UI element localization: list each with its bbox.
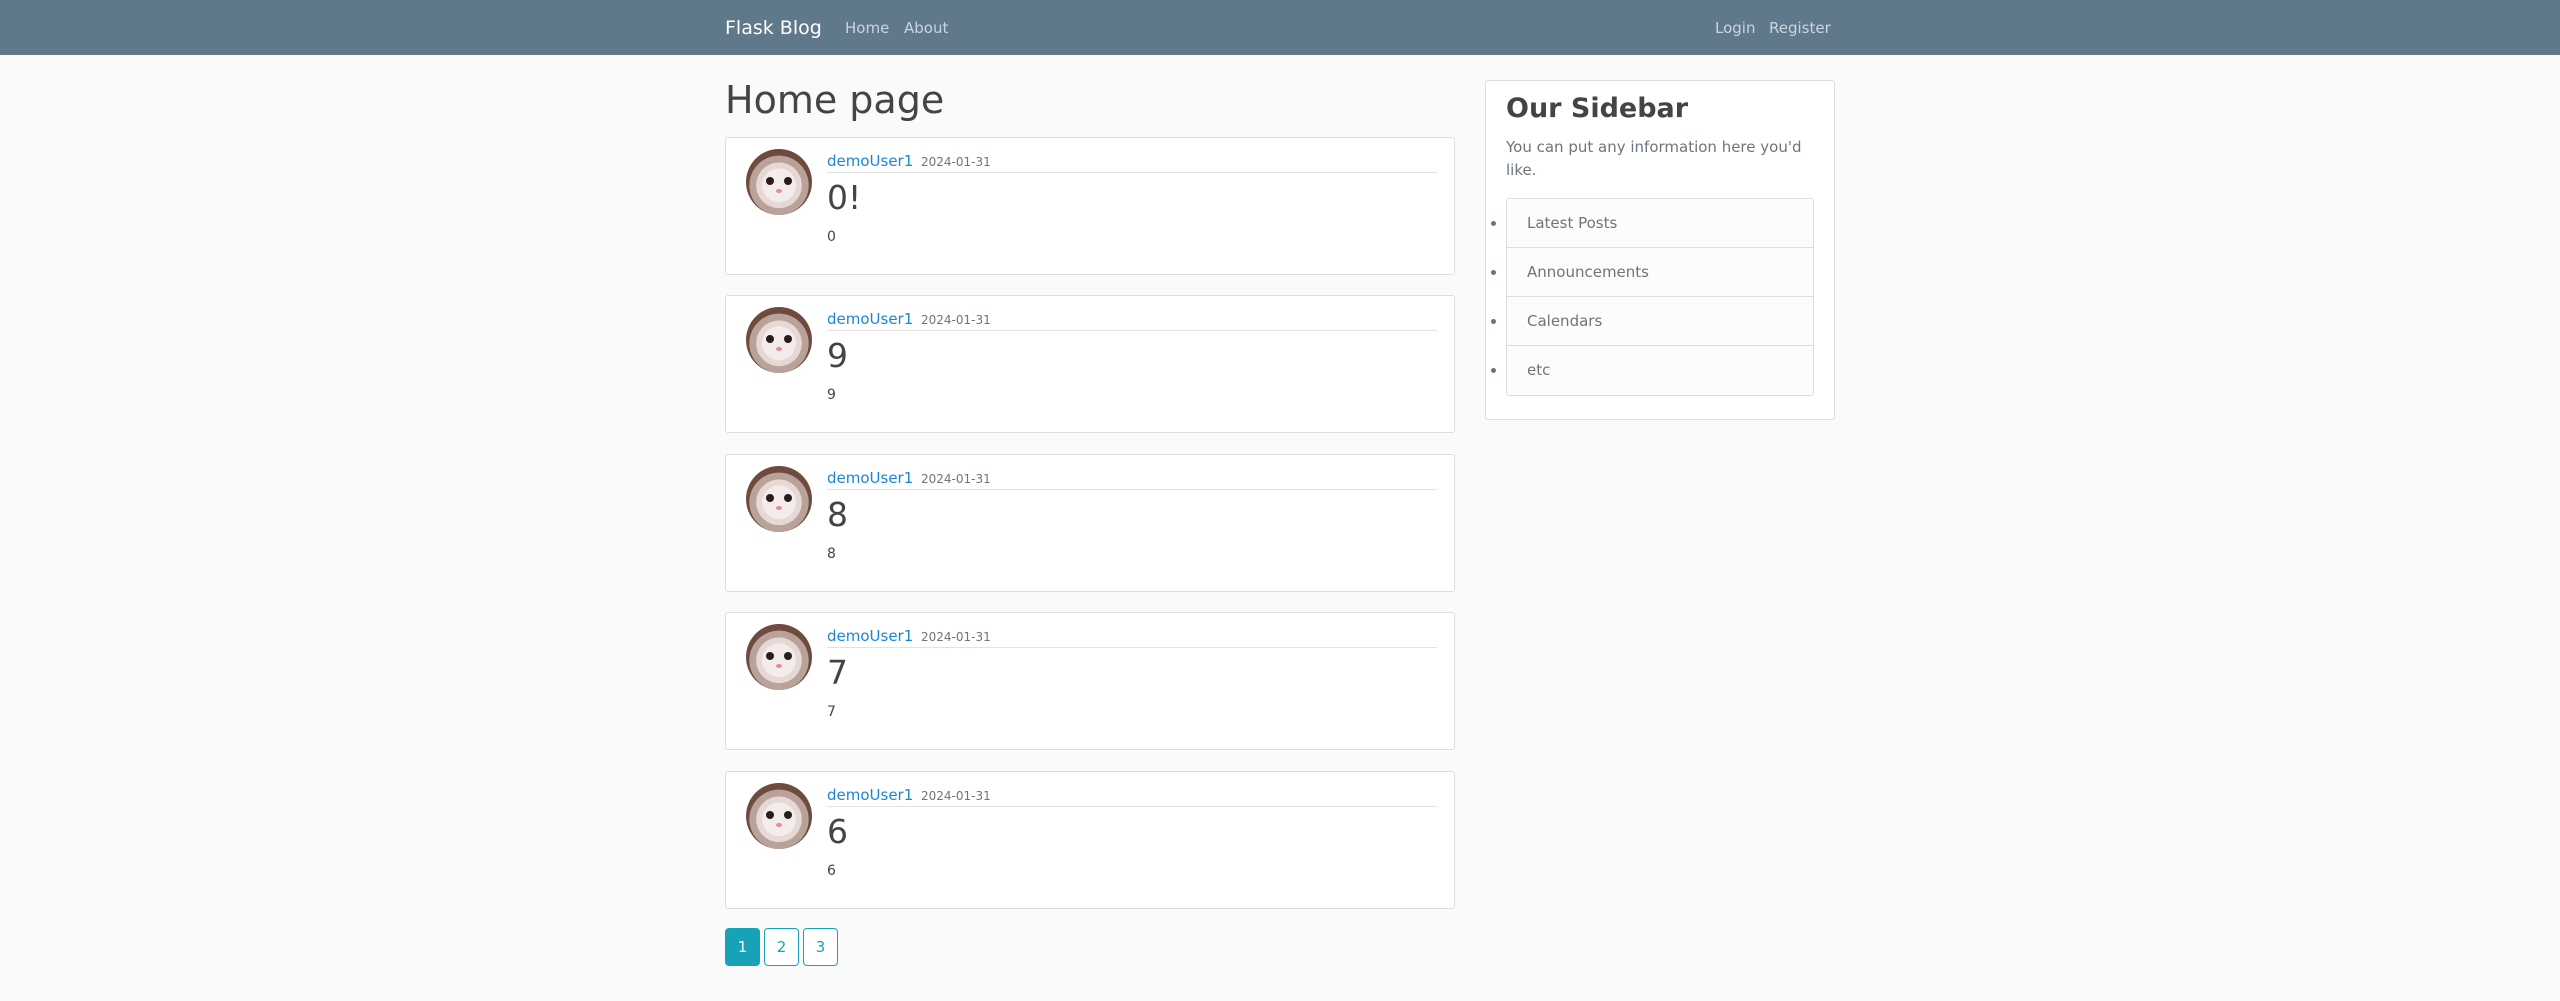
post-card: demoUser1 2024-01-31 7 7 (725, 612, 1455, 750)
post-title-link[interactable]: 0! (827, 178, 861, 217)
post-meta: demoUser1 2024-01-31 (827, 147, 1437, 173)
post-date: 2024-01-31 (921, 789, 991, 803)
post-content: 8 (827, 546, 836, 562)
page-button-1[interactable]: 1 (725, 928, 760, 966)
page-button-2[interactable]: 2 (764, 928, 799, 966)
sidebar-list: Latest Posts Announcements Calendars etc (1506, 198, 1814, 396)
post-content: 0 (827, 229, 836, 245)
nav-link-about[interactable]: About (904, 0, 948, 57)
nav-link-register[interactable]: Register (1769, 0, 1831, 57)
post-title-link[interactable]: 6 (827, 812, 848, 851)
post-author-link[interactable]: demoUser1 (827, 786, 913, 804)
nav-link-home[interactable]: Home (845, 0, 889, 57)
post-date: 2024-01-31 (921, 155, 991, 169)
brand-link[interactable]: Flask Blog (725, 0, 822, 57)
sidebar-item-announcements[interactable]: Announcements (1507, 248, 1813, 297)
sidebar-item-latest-posts[interactable]: Latest Posts (1507, 199, 1813, 248)
post-card: demoUser1 2024-01-31 9 9 (725, 295, 1455, 433)
post-author-link[interactable]: demoUser1 (827, 627, 913, 645)
post-date: 2024-01-31 (921, 472, 991, 486)
avatar (746, 783, 812, 849)
avatar (746, 466, 812, 532)
post-content: 9 (827, 387, 836, 403)
sidebar: Our Sidebar You can put any information … (1485, 80, 1835, 420)
post-meta: demoUser1 2024-01-31 (827, 305, 1437, 331)
navbar: Flask Blog Home About Login Register (0, 0, 2560, 55)
post-date: 2024-01-31 (921, 630, 991, 644)
post-date: 2024-01-31 (921, 313, 991, 327)
sidebar-title: Our Sidebar (1506, 93, 1689, 124)
post-card: demoUser1 2024-01-31 6 6 (725, 771, 1455, 909)
sidebar-item-etc[interactable]: etc (1507, 346, 1813, 395)
page-title: Home page (725, 78, 945, 122)
post-meta: demoUser1 2024-01-31 (827, 781, 1437, 807)
sidebar-description: You can put any information here you'd l… (1506, 138, 1802, 179)
post-author-link[interactable]: demoUser1 (827, 469, 913, 487)
nav-link-login[interactable]: Login (1715, 0, 1755, 57)
post-meta: demoUser1 2024-01-31 (827, 464, 1437, 490)
avatar (746, 624, 812, 690)
avatar (746, 149, 812, 215)
post-title-link[interactable]: 7 (827, 653, 848, 692)
post-author-link[interactable]: demoUser1 (827, 152, 913, 170)
post-meta: demoUser1 2024-01-31 (827, 622, 1437, 648)
post-content: 7 (827, 704, 836, 720)
post-content: 6 (827, 863, 836, 879)
post-card: demoUser1 2024-01-31 0! 0 (725, 137, 1455, 275)
avatar (746, 307, 812, 373)
post-card: demoUser1 2024-01-31 8 8 (725, 454, 1455, 592)
post-author-link[interactable]: demoUser1 (827, 310, 913, 328)
post-title-link[interactable]: 8 (827, 495, 848, 534)
page-button-3[interactable]: 3 (803, 928, 838, 966)
sidebar-item-calendars[interactable]: Calendars (1507, 297, 1813, 346)
post-title-link[interactable]: 9 (827, 336, 848, 375)
